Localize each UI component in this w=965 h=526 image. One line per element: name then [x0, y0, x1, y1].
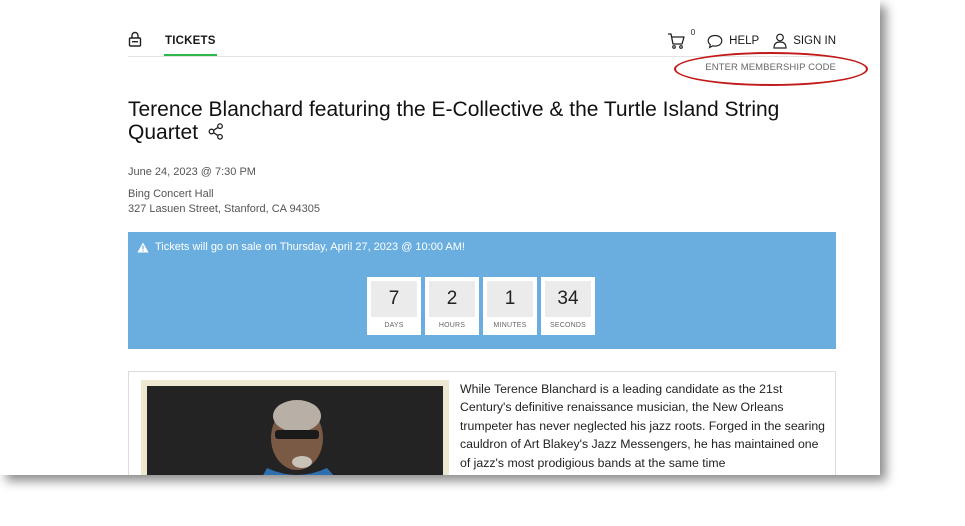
sign-in-link[interactable]: SIGN IN — [773, 33, 836, 49]
countdown-value: 34 — [545, 281, 591, 317]
event-date: June 24, 2023 @ 7:30 PM — [128, 166, 256, 178]
countdown-label: SECONDS — [549, 322, 587, 329]
user-icon — [773, 33, 787, 49]
tab-tickets[interactable]: TICKETS — [164, 26, 217, 56]
on-sale-banner: Tickets will go on sale on Thursday, Apr… — [128, 232, 836, 349]
countdown-label: MINUTES — [493, 322, 527, 329]
countdown-days: 7 DAYS — [367, 277, 421, 335]
page: TICKETS 0 HELP SIGN IN ENTER MEMBERSHIP … — [0, 0, 880, 475]
on-sale-notice: Tickets will go on sale on Thursday, Apr… — [137, 241, 465, 253]
nav-actions: 0 HELP SIGN IN — [667, 28, 836, 51]
event-address: 327 Lasuen Street, Stanford, CA 94305 — [128, 203, 321, 215]
top-nav: TICKETS 0 HELP SIGN IN — [128, 26, 836, 57]
cart-count: 0 — [690, 28, 696, 37]
warning-icon — [137, 242, 149, 252]
countdown-label: HOURS — [438, 322, 466, 329]
on-sale-text: Tickets will go on sale on Thursday, Apr… — [155, 241, 465, 253]
countdown-label: DAYS — [384, 322, 404, 329]
countdown-minutes: 1 MINUTES — [483, 277, 537, 335]
cart-icon — [668, 33, 685, 49]
cart-button[interactable]: 0 — [667, 28, 695, 50]
event-title-text: Terence Blanchard featuring the E-Collec… — [128, 98, 780, 144]
artist-photo-frame — [141, 380, 449, 475]
countdown-value: 2 — [429, 281, 475, 317]
help-label: HELP — [729, 35, 760, 47]
countdown: 7 DAYS 2 HOURS 1 MINUTES 34 SECONDS — [367, 277, 599, 335]
share-icon[interactable] — [208, 122, 224, 145]
annotation-oval — [674, 52, 868, 86]
countdown-value: 7 — [371, 281, 417, 317]
event-details-card: While Terence Blanchard is a leading can… — [128, 371, 836, 475]
lock-icon[interactable] — [128, 31, 142, 47]
countdown-seconds: 34 SECONDS — [541, 277, 595, 335]
event-title: Terence Blanchard featuring the E-Collec… — [128, 98, 828, 145]
help-link[interactable]: HELP — [707, 34, 759, 49]
countdown-hours: 2 HOURS — [425, 277, 479, 335]
event-description: While Terence Blanchard is a leading can… — [460, 382, 826, 470]
sign-in-label: SIGN IN — [793, 35, 836, 47]
countdown-value: 1 — [487, 281, 533, 317]
chat-bubble-icon — [707, 34, 723, 49]
event-venue: Bing Concert Hall — [128, 188, 214, 200]
artist-photo — [147, 386, 443, 475]
